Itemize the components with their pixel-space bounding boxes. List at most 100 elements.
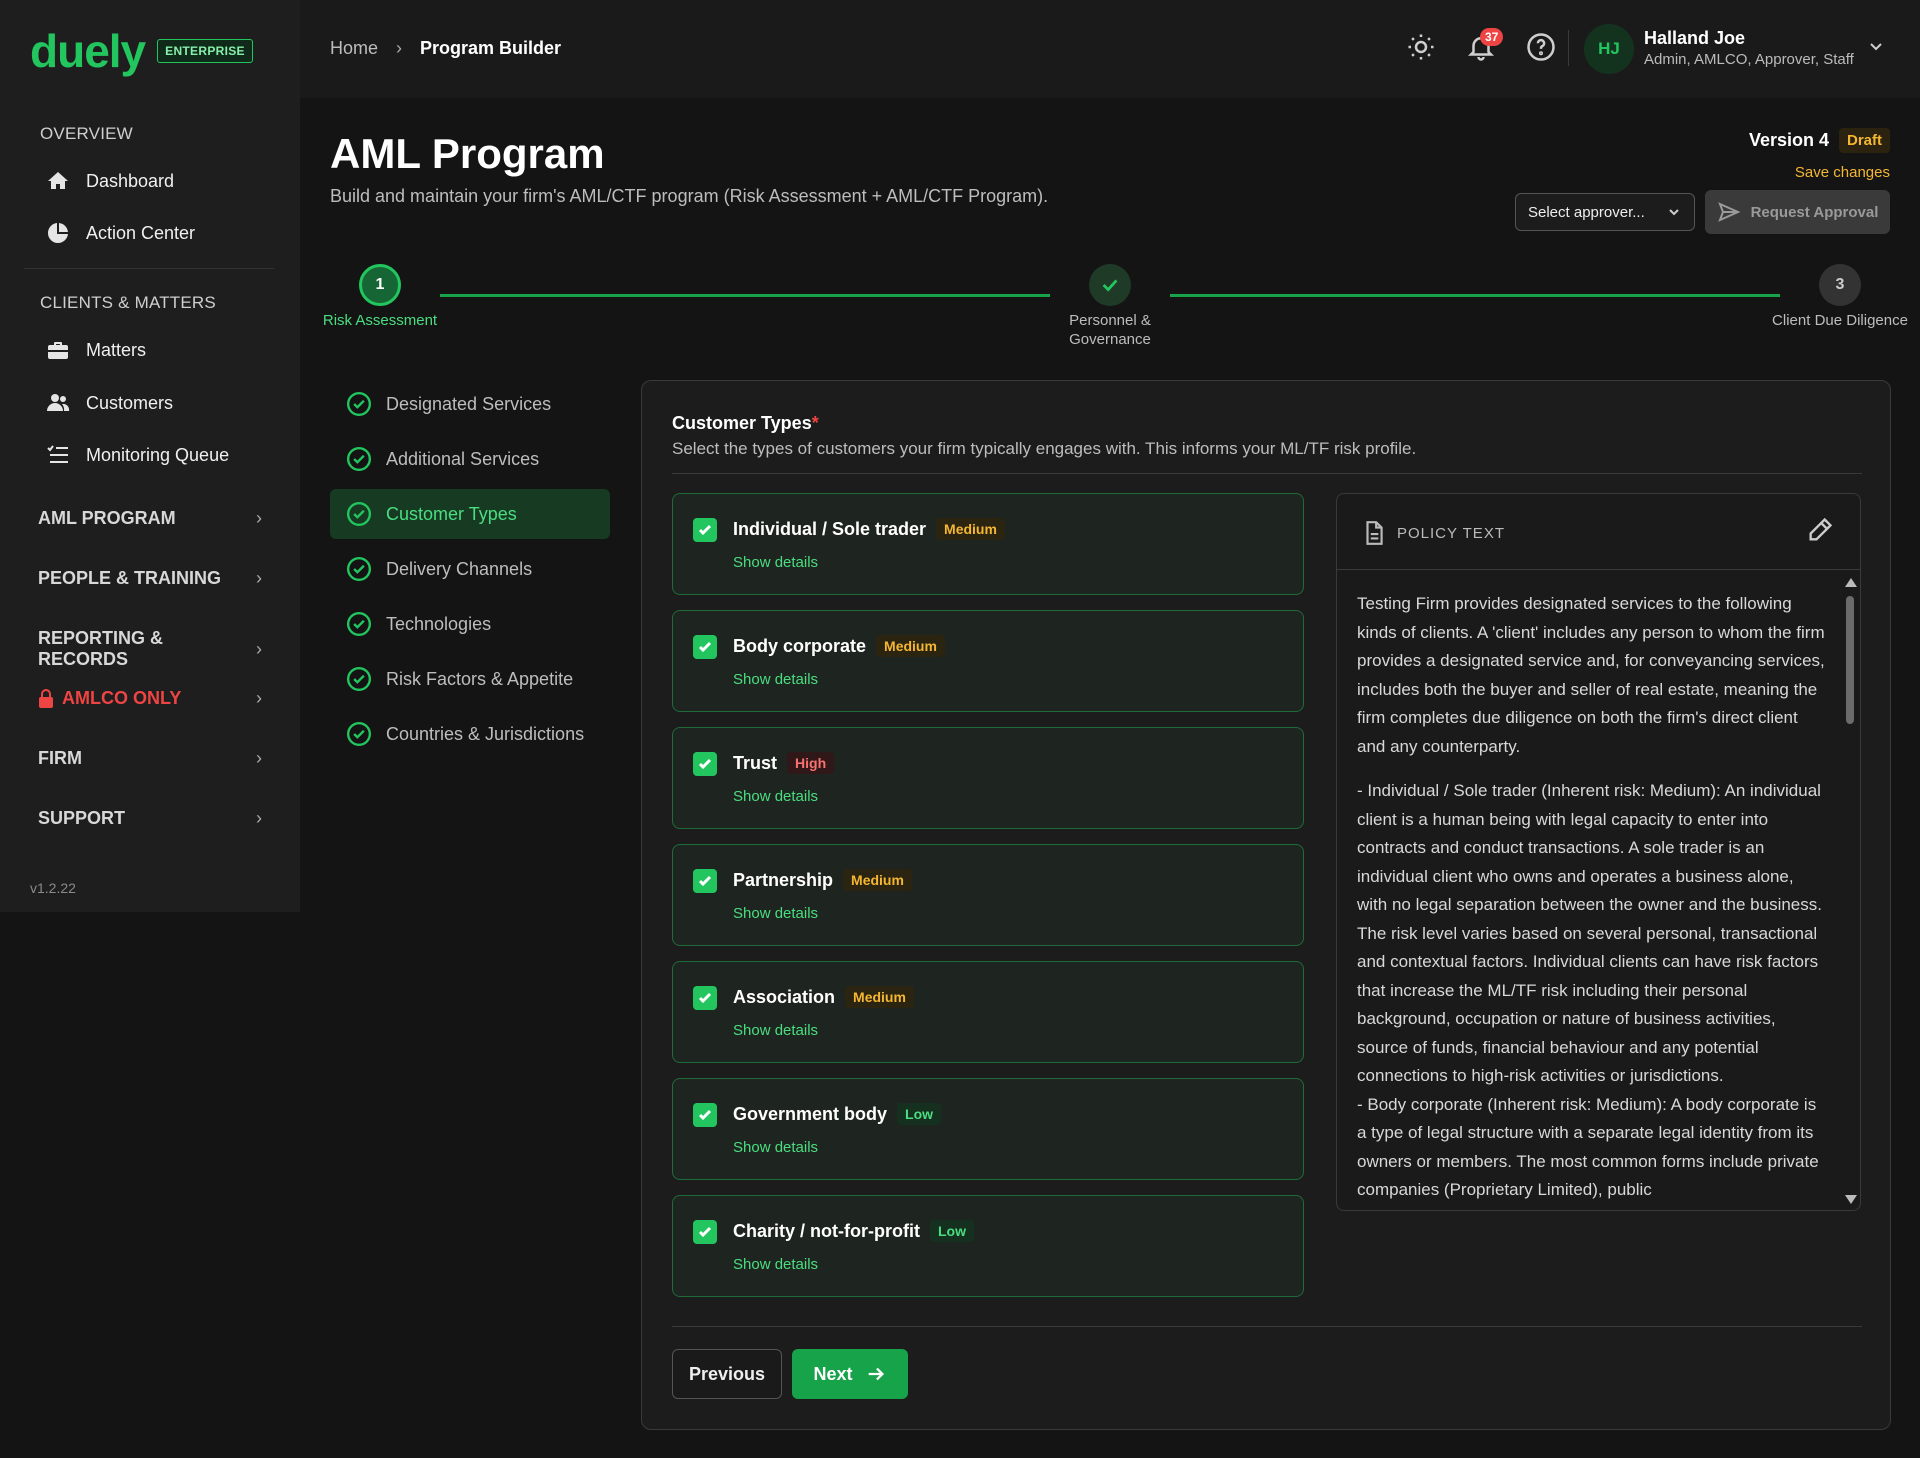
user-menu-button[interactable] xyxy=(1866,36,1886,56)
scroll-up-arrow-icon[interactable] xyxy=(1845,578,1857,587)
subnav-item-risk-factors[interactable]: Risk Factors & Appetite xyxy=(330,654,610,704)
policy-body[interactable]: Testing Firm provides designated service… xyxy=(1357,590,1827,1202)
customer-type-card[interactable]: Body corporate Medium Show details xyxy=(672,610,1304,712)
sidebar-item-dashboard[interactable]: Dashboard xyxy=(46,164,174,198)
previous-button[interactable]: Previous xyxy=(672,1349,782,1399)
help-circle-icon xyxy=(1527,33,1555,61)
subnav-item-delivery-channels[interactable]: Delivery Channels xyxy=(330,544,610,594)
show-details-link[interactable]: Show details xyxy=(733,1139,818,1156)
sidebar-group-support[interactable]: SUPPORT › xyxy=(38,808,262,829)
save-changes-link[interactable]: Save changes xyxy=(1795,164,1890,181)
customer-type-checkbox[interactable] xyxy=(693,752,717,776)
customer-type-card[interactable]: Trust High Show details xyxy=(672,727,1304,829)
customer-type-card[interactable]: Government body Low Show details xyxy=(672,1078,1304,1180)
avatar[interactable]: HJ xyxy=(1584,24,1634,74)
sidebar-item-action-center[interactable]: Action Center xyxy=(46,216,195,250)
customer-type-card[interactable]: Individual / Sole trader Medium Show deta… xyxy=(672,493,1304,595)
section-title: Customer Types* xyxy=(672,413,819,434)
list-check-icon xyxy=(47,445,68,463)
subnav-item-customer-types[interactable]: Customer Types xyxy=(330,489,610,539)
approver-select[interactable]: Select approver... xyxy=(1515,193,1695,231)
customer-type-checkbox[interactable] xyxy=(693,518,717,542)
group-label-wrap: AMLCO ONLY xyxy=(38,688,181,709)
show-details-link[interactable]: Show details xyxy=(733,1022,818,1039)
customer-type-card[interactable]: Partnership Medium Show details xyxy=(672,844,1304,946)
subnav-label: Delivery Channels xyxy=(386,558,533,579)
group-label: AMLCO ONLY xyxy=(62,688,182,708)
brand[interactable]: duely ENTERPRISE xyxy=(30,28,253,74)
sidebar-item-label: Dashboard xyxy=(86,170,175,191)
subnav-item-countries[interactable]: Countries & Jurisdictions xyxy=(330,709,610,759)
scroll-thumb[interactable] xyxy=(1846,596,1854,724)
chevron-right-icon: › xyxy=(256,808,262,828)
customer-type-card[interactable]: Association Medium Show details xyxy=(672,961,1304,1063)
show-details-link[interactable]: Show details xyxy=(733,1256,818,1273)
subnav-item-technologies[interactable]: Technologies xyxy=(330,599,610,649)
check-icon xyxy=(698,524,712,536)
customer-type-card[interactable]: Charity / not-for-profit Low Show details xyxy=(672,1195,1304,1297)
sidebar-group-reporting-records[interactable]: REPORTING & RECORDS › xyxy=(38,628,262,670)
customer-type-checkbox[interactable] xyxy=(693,635,717,659)
sidebar-group-firm[interactable]: FIRM › xyxy=(38,748,262,769)
chevron-right-icon: › xyxy=(256,688,262,708)
request-approval-button[interactable]: Request Approval xyxy=(1705,190,1890,234)
step-1-circle[interactable]: 1 xyxy=(359,264,401,306)
show-details-link[interactable]: Show details xyxy=(733,788,818,805)
sidebar-item-matters[interactable]: Matters xyxy=(46,333,146,367)
show-details-link[interactable]: Show details xyxy=(733,554,818,571)
step-3-label[interactable]: Client Due Diligence xyxy=(1770,311,1910,330)
step-2-label[interactable]: Personnel & Governance xyxy=(1040,311,1180,349)
policy-scrollbar[interactable] xyxy=(1844,578,1857,1204)
chevron-right-icon: › xyxy=(256,638,262,659)
step-1-label[interactable]: Risk Assessment xyxy=(310,311,450,330)
sidebar-group-amlco-only[interactable]: AMLCO ONLY › xyxy=(38,688,262,709)
customer-type-name-row: Individual / Sole trader Medium xyxy=(733,518,1005,540)
help-button[interactable] xyxy=(1526,32,1558,64)
step-3-circle[interactable]: 3 xyxy=(1819,264,1861,306)
policy-text-panel: POLICY TEXT Testing Firm provides design… xyxy=(1336,493,1861,1211)
policy-paragraph: - Body corporate (Inherent risk: Medium)… xyxy=(1357,1094,1819,1200)
customer-type-name-row: Body corporate Medium xyxy=(733,635,945,657)
theme-toggle-button[interactable] xyxy=(1406,32,1438,64)
breadcrumb-current: Program Builder xyxy=(420,38,562,58)
required-mark: * xyxy=(811,413,819,433)
policy-paragraph: Testing Firm provides designated service… xyxy=(1357,594,1825,756)
customer-type-name: Partnership xyxy=(733,869,834,890)
risk-badge: Medium xyxy=(876,635,945,657)
subnav-item-designated-services[interactable]: Designated Services xyxy=(330,379,610,429)
check-circle-icon xyxy=(346,666,372,692)
sidebar-group-aml-program[interactable]: AML PROGRAM › xyxy=(38,508,262,529)
step-2-circle[interactable] xyxy=(1089,264,1131,306)
sidebar-item-label: Customers xyxy=(86,392,174,413)
user-name[interactable]: Halland Joe xyxy=(1644,28,1745,49)
sidebar-divider xyxy=(24,268,274,269)
show-details-link[interactable]: Show details xyxy=(733,671,818,688)
subnav-item-additional-services[interactable]: Additional Services xyxy=(330,434,610,484)
sidebar-item-monitoring-queue[interactable]: Monitoring Queue xyxy=(46,438,229,472)
sidebar-item-customers[interactable]: Customers xyxy=(46,386,173,420)
check-circle-icon xyxy=(346,556,372,582)
sidebar-group-people-training[interactable]: PEOPLE & TRAINING › xyxy=(38,568,262,589)
customer-types-panel: Customer Types* Select the types of cust… xyxy=(641,380,1891,1430)
notifications-button[interactable]: 37 xyxy=(1466,28,1504,64)
check-circle-icon xyxy=(346,446,372,472)
breadcrumb-home[interactable]: Home xyxy=(330,38,378,59)
subnav-label: Countries & Jurisdictions xyxy=(386,723,585,744)
pie-chart-icon xyxy=(48,223,68,243)
subnav-label: Additional Services xyxy=(386,448,540,469)
pencil-icon[interactable] xyxy=(1806,516,1834,544)
check-icon xyxy=(698,992,712,1004)
approver-select-value: Select approver... xyxy=(1528,203,1645,221)
customer-type-checkbox[interactable] xyxy=(693,1103,717,1127)
version-label: Version 4 xyxy=(1748,130,1829,150)
section-label-clients: CLIENTS & MATTERS xyxy=(40,293,216,312)
scroll-down-arrow-icon[interactable] xyxy=(1845,1195,1857,1204)
customer-type-checkbox[interactable] xyxy=(693,869,717,893)
customer-type-checkbox[interactable] xyxy=(693,1220,717,1244)
request-approval-label: Request Approval xyxy=(1750,203,1879,221)
notification-count-badge: 37 xyxy=(1480,28,1504,46)
chevron-right-icon: › xyxy=(256,568,262,588)
show-details-link[interactable]: Show details xyxy=(733,905,818,922)
next-button[interactable]: Next xyxy=(792,1349,908,1399)
customer-type-checkbox[interactable] xyxy=(693,986,717,1010)
